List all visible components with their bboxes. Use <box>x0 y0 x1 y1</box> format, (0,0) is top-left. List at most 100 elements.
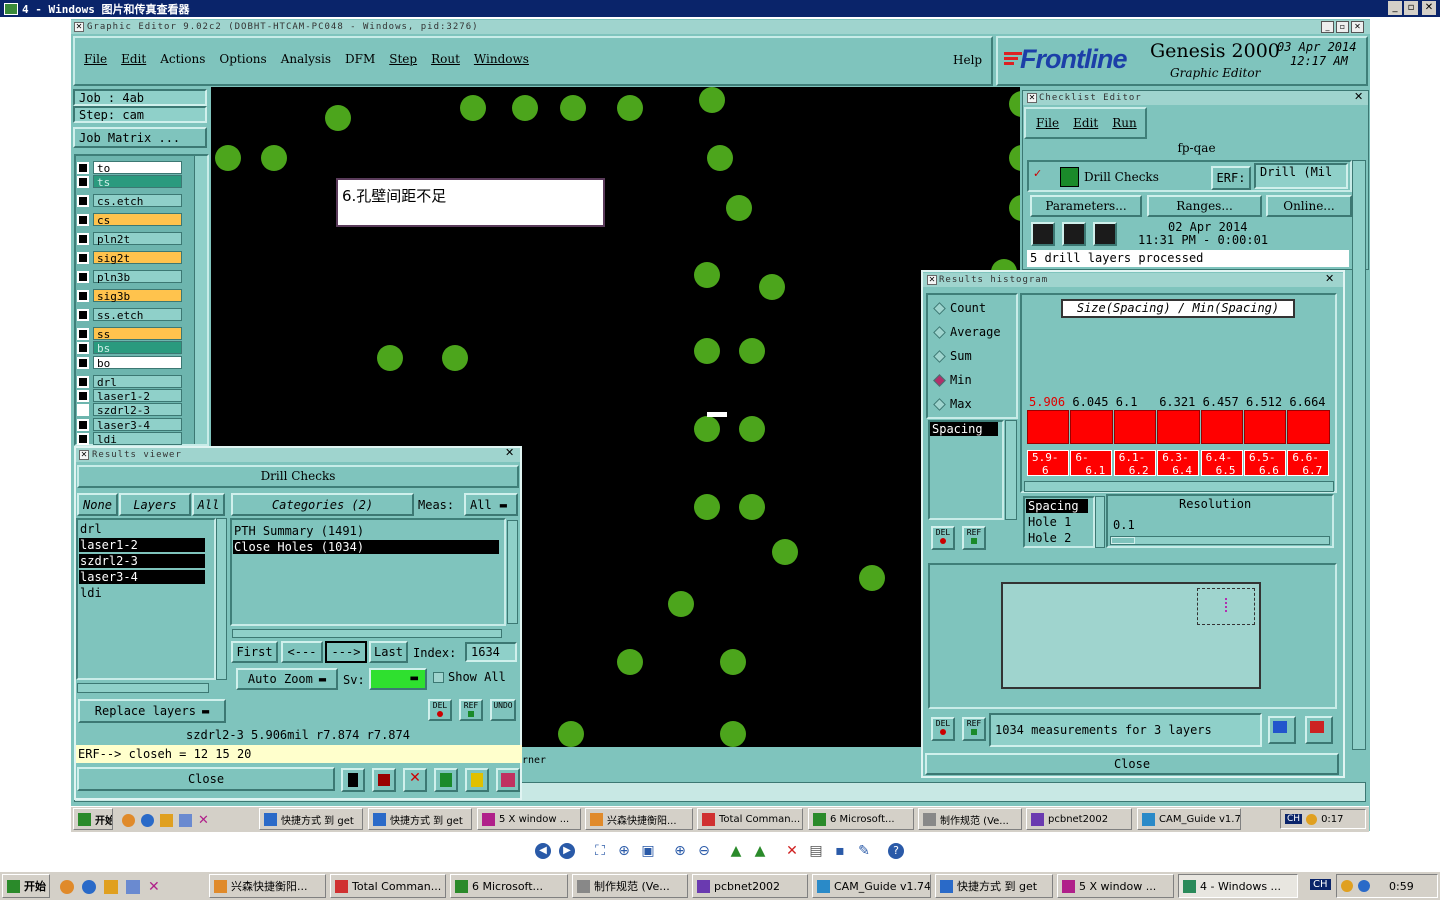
rv-layer-scrollbar[interactable] <box>216 518 227 680</box>
checklist-menu-run[interactable]: Run <box>1112 116 1137 130</box>
delete-feature-icon[interactable]: ✕ <box>403 768 427 792</box>
layer-checkbox[interactable] <box>77 418 89 431</box>
checklist-scrollbar[interactable] <box>1352 160 1366 750</box>
check-enabled-checkbox[interactable]: ✓ <box>1033 168 1043 179</box>
rv-layer-item[interactable]: szdrl2-3 <box>79 554 205 568</box>
histogram-bar[interactable] <box>1070 410 1113 444</box>
actual-size-icon[interactable]: ⊕ <box>616 843 632 859</box>
run-check-icon[interactable] <box>1031 222 1055 246</box>
menu-help[interactable]: Help <box>953 53 982 67</box>
layer-row-to[interactable]: to <box>77 160 182 175</box>
outer-task-button[interactable]: 6 Microsoft... <box>450 874 568 898</box>
menu-edit[interactable]: Edit <box>121 52 146 70</box>
histogram-bar[interactable] <box>1244 410 1287 444</box>
checklist-close-button[interactable]: ✕ <box>1354 91 1366 103</box>
menu-rout[interactable]: Rout <box>431 52 460 70</box>
mode-count[interactable]: Count <box>932 298 1018 318</box>
layer-row-bs[interactable]: bs <box>77 340 182 355</box>
inner-task-button[interactable]: pcbnet2002 <box>1026 808 1132 830</box>
layer-display-icon[interactable] <box>341 768 365 792</box>
layer-row-szdrl2-3[interactable]: szdrl2-3 <box>77 402 182 417</box>
layer-checkbox[interactable] <box>77 341 89 354</box>
outer-task-button[interactable]: 5 X window ... <box>1057 874 1174 898</box>
checklist-menu-file[interactable]: File <box>1036 116 1059 130</box>
layer-checkbox[interactable] <box>77 213 89 226</box>
histogram-del-button[interactable]: DEL <box>931 526 955 550</box>
prev-image-icon[interactable]: ◀ <box>535 843 551 859</box>
category-item[interactable]: PTH Summary (1491) <box>234 524 364 538</box>
field-list-hole1[interactable]: Hole 1 <box>1028 515 1071 529</box>
layer-checkbox[interactable] <box>77 194 89 207</box>
layer-list-scrollbar[interactable] <box>194 156 207 444</box>
job-matrix-button[interactable]: Job Matrix ... <box>73 127 207 148</box>
layer-row-sig3b[interactable]: sig3b <box>77 288 182 303</box>
report-icon[interactable] <box>465 768 489 792</box>
outer-task-button[interactable]: CAM_Guide v1.74 <box>812 874 931 898</box>
rv-category-scrollbar[interactable] <box>507 520 518 624</box>
histogram-close-button[interactable]: ✕ <box>1325 273 1337 285</box>
inner-task-button[interactable]: 5 X window ... <box>477 808 581 830</box>
select-none-button[interactable]: None <box>77 493 118 516</box>
rv-layer-hscroll[interactable] <box>77 683 209 693</box>
outer-task-button[interactable]: 4 - Windows ... <box>1178 874 1298 898</box>
histogram-bar[interactable] <box>1157 410 1200 444</box>
rv-close-button[interactable]: Close <box>77 767 335 791</box>
inner-task-button[interactable]: CAM_Guide v1.74 <box>1137 808 1241 830</box>
layer-row-bo[interactable]: bo <box>77 355 182 370</box>
auto-zoom-dropdown[interactable]: Auto Zoom ▬ <box>236 668 338 690</box>
save-icon[interactable]: ▪ <box>832 843 848 859</box>
viewer-close-button[interactable]: ✕ <box>1422 1 1436 15</box>
rotate-cw-icon[interactable]: ▲ <box>728 843 744 859</box>
histogram-bar[interactable] <box>1287 410 1330 444</box>
histogram-export-icon[interactable] <box>1305 716 1333 744</box>
chart-scrollbar[interactable] <box>1024 481 1334 492</box>
replace-layers-dropdown[interactable]: Replace layers ▬ <box>78 699 226 723</box>
layer-row-ss.etch[interactable]: ss.etch <box>77 307 182 322</box>
next-button[interactable]: ---> <box>325 641 367 663</box>
layer-row-drl[interactable]: drl <box>77 374 182 389</box>
run-selected-icon[interactable] <box>1062 222 1086 246</box>
layer-checkbox[interactable] <box>77 270 89 283</box>
record-icon[interactable] <box>372 768 396 792</box>
rv-layer-item[interactable]: drl <box>79 522 205 536</box>
mode-sum[interactable]: Sum <box>932 346 1018 366</box>
measure-icon[interactable] <box>434 768 458 792</box>
layer-checkbox[interactable] <box>77 356 89 369</box>
outer-task-button[interactable]: Total Comman... <box>330 874 446 898</box>
layer-checkbox[interactable] <box>77 327 89 340</box>
mode-max[interactable]: Max <box>932 394 1018 414</box>
layer-checkbox[interactable] <box>77 375 89 388</box>
zoom-in-icon[interactable]: ⊕ <box>672 843 688 859</box>
rv-layer-item[interactable]: laser3-4 <box>79 570 205 584</box>
menu-analysis[interactable]: Analysis <box>281 52 331 70</box>
results-viewer-close-icon[interactable]: ✕ <box>505 447 517 459</box>
resolution-slider[interactable] <box>1110 536 1330 545</box>
outer-task-button[interactable]: 兴森快捷衡阳... <box>209 874 326 898</box>
inner-task-button[interactable]: 兴森快捷衡阳... <box>585 808 693 830</box>
layer-checkbox[interactable] <box>77 389 89 402</box>
first-button[interactable]: First <box>231 641 278 663</box>
outer-start-button[interactable]: 开始 <box>2 874 50 898</box>
menu-dfm[interactable]: DFM <box>345 52 375 70</box>
outer-quicklaunch[interactable]: ✕ <box>60 879 200 895</box>
histogram-icon[interactable] <box>496 768 520 792</box>
show-all-checkbox[interactable] <box>433 672 444 683</box>
layer-checkbox[interactable] <box>77 403 89 416</box>
menu-step[interactable]: Step <box>389 52 417 70</box>
last-button[interactable]: Last <box>369 641 408 663</box>
mode-min[interactable]: Min <box>932 370 1018 390</box>
layer-checkbox[interactable] <box>77 161 89 174</box>
layer-row-laser1-2[interactable]: laser1-2 <box>77 388 182 403</box>
layer-row-ss[interactable]: ss <box>77 326 182 341</box>
histogram-ref-button-2[interactable]: REF <box>962 717 986 741</box>
online-button[interactable]: Online... <box>1266 195 1352 217</box>
layer-row-cs[interactable]: cs <box>77 212 182 227</box>
inner-task-button[interactable]: Total Comman... <box>697 808 803 830</box>
menu-actions[interactable]: Actions <box>160 52 205 70</box>
category-item-selected[interactable]: Close Holes (1034) <box>233 540 499 554</box>
viewer-minimize-button[interactable]: _ <box>1388 1 1402 15</box>
histogram-bar[interactable] <box>1200 410 1243 444</box>
rv-del-button[interactable]: DEL <box>428 699 452 721</box>
inner-start-button[interactable]: 开始 <box>73 808 113 830</box>
select-all-button[interactable]: All <box>192 493 225 516</box>
